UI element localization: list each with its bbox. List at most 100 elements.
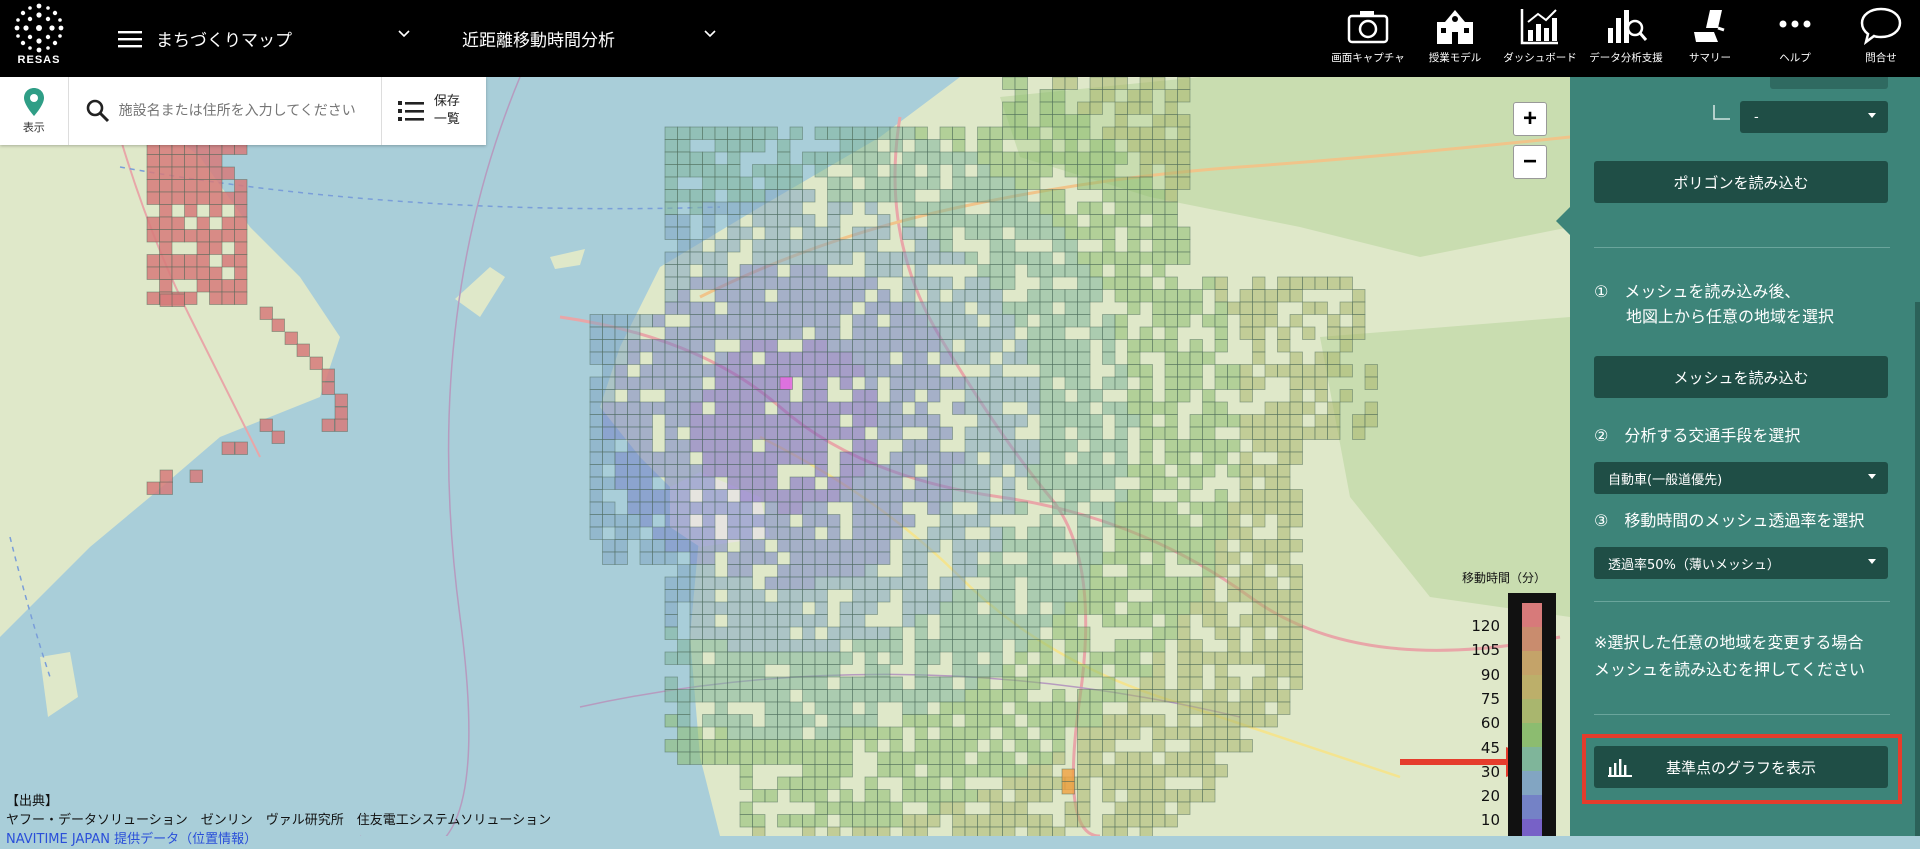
mesh-cell[interactable]: [839, 489, 853, 503]
mesh-cell[interactable]: [689, 539, 703, 553]
mesh-cell[interactable]: [689, 339, 703, 353]
mesh-cell[interactable]: [952, 601, 966, 615]
mesh-cell[interactable]: [964, 714, 978, 728]
search-box[interactable]: [69, 77, 382, 145]
mesh-cell[interactable]: [714, 239, 728, 253]
mesh-cell[interactable]: [1114, 714, 1128, 728]
mesh-cell[interactable]: [1114, 551, 1128, 565]
mesh-cell[interactable]: [777, 201, 791, 215]
mesh-cell[interactable]: [727, 464, 741, 478]
mesh-cell[interactable]: [702, 464, 716, 478]
mesh-cell[interactable]: [1077, 376, 1091, 390]
mesh-cell[interactable]: [1264, 714, 1278, 728]
mesh-cell[interactable]: [1127, 251, 1141, 265]
mesh-cell[interactable]: [1064, 239, 1078, 253]
mesh-cell[interactable]: [989, 714, 1003, 728]
mesh-cell[interactable]: [1302, 326, 1316, 340]
mesh-cell[interactable]: [614, 464, 628, 478]
mesh-cell[interactable]: [864, 726, 878, 740]
mesh-cell[interactable]: [989, 389, 1003, 403]
mesh-cell[interactable]: [1239, 651, 1253, 665]
mesh-cell[interactable]: [1077, 589, 1091, 603]
mesh-cell[interactable]: [902, 289, 916, 303]
mesh-cell[interactable]: [1039, 101, 1053, 115]
mesh-cell[interactable]: [209, 241, 223, 255]
mesh-cell[interactable]: [1239, 614, 1253, 628]
mesh-cell[interactable]: [1127, 539, 1141, 553]
mesh-cell[interactable]: [1289, 514, 1303, 528]
mesh-cell[interactable]: [889, 626, 903, 640]
mesh-cell[interactable]: [1177, 689, 1191, 703]
mesh-cell[interactable]: [664, 176, 678, 190]
mesh-cell[interactable]: [1027, 201, 1041, 215]
mesh-cell[interactable]: [964, 339, 978, 353]
mesh-cell[interactable]: [989, 551, 1003, 565]
mesh-cell[interactable]: [789, 126, 803, 140]
mesh-cell[interactable]: [1152, 339, 1166, 353]
mesh-cell[interactable]: [664, 389, 678, 403]
mesh-cell[interactable]: [1164, 689, 1178, 703]
mesh-cell[interactable]: [589, 514, 603, 528]
mesh-cell[interactable]: [1164, 514, 1178, 528]
mesh-cell[interactable]: [1302, 364, 1316, 378]
mesh-cell[interactable]: [589, 476, 603, 490]
mesh-cell[interactable]: [877, 726, 891, 740]
mesh-cell[interactable]: [727, 364, 741, 378]
mesh-cell[interactable]: [839, 676, 853, 690]
mesh-cell[interactable]: [802, 339, 816, 353]
mesh-cell[interactable]: [1264, 301, 1278, 315]
mesh-cell[interactable]: [1214, 614, 1228, 628]
mesh-cell[interactable]: [1102, 789, 1116, 803]
mesh-cell[interactable]: [739, 489, 753, 503]
mesh-cell[interactable]: [977, 301, 991, 315]
mesh-cell[interactable]: [196, 241, 210, 255]
mesh-cell[interactable]: [1027, 751, 1041, 765]
mesh-cell[interactable]: [814, 776, 828, 790]
mesh-cell[interactable]: [1314, 276, 1328, 290]
mesh-cell[interactable]: [727, 414, 741, 428]
mesh-cell[interactable]: [989, 664, 1003, 678]
mesh-cell[interactable]: [639, 364, 653, 378]
mesh-cell[interactable]: [664, 676, 678, 690]
mesh-cell[interactable]: [739, 201, 753, 215]
mesh-cell[interactable]: [852, 714, 866, 728]
mesh-cell[interactable]: [1064, 289, 1078, 303]
mesh-cell[interactable]: [839, 139, 853, 153]
mesh-cell[interactable]: [1164, 401, 1178, 415]
mesh-cell[interactable]: [814, 289, 828, 303]
mesh-cell[interactable]: [1152, 314, 1166, 328]
mesh-cell[interactable]: [1139, 789, 1153, 803]
mesh-cell[interactable]: [989, 464, 1003, 478]
mesh-cell[interactable]: [1252, 289, 1266, 303]
mesh-cell[interactable]: [789, 489, 803, 503]
mesh-cell[interactable]: [964, 389, 978, 403]
mesh-cell[interactable]: [752, 476, 766, 490]
mesh-cell[interactable]: [977, 426, 991, 440]
mesh-cell[interactable]: [1114, 326, 1128, 340]
mesh-cell[interactable]: [677, 576, 691, 590]
mesh-cell[interactable]: [952, 726, 966, 740]
mesh-cell[interactable]: [602, 339, 616, 353]
mesh-cell[interactable]: [814, 676, 828, 690]
mesh-cell[interactable]: [889, 726, 903, 740]
mesh-cell[interactable]: [777, 326, 791, 340]
mesh-cell[interactable]: [1164, 726, 1178, 740]
mesh-cell[interactable]: [1214, 601, 1228, 615]
mesh-cell[interactable]: [1089, 701, 1103, 715]
mesh-cell[interactable]: [1264, 589, 1278, 603]
mesh-cell[interactable]: [689, 651, 703, 665]
mesh-cell[interactable]: [1064, 251, 1078, 265]
mesh-cell[interactable]: [952, 464, 966, 478]
mesh-cell[interactable]: [221, 441, 235, 455]
mesh-cell[interactable]: [1277, 601, 1291, 615]
mesh-cell[interactable]: [1102, 464, 1116, 478]
mesh-cell[interactable]: [989, 751, 1003, 765]
mesh-cell[interactable]: [964, 739, 978, 753]
mesh-cell[interactable]: [159, 266, 173, 280]
mesh-cell[interactable]: [1064, 651, 1078, 665]
mesh-cell[interactable]: [689, 439, 703, 453]
mesh-cell[interactable]: [1177, 551, 1191, 565]
mesh-cell[interactable]: [852, 151, 866, 165]
mesh-cell[interactable]: [939, 764, 953, 778]
mesh-cell[interactable]: [677, 526, 691, 540]
